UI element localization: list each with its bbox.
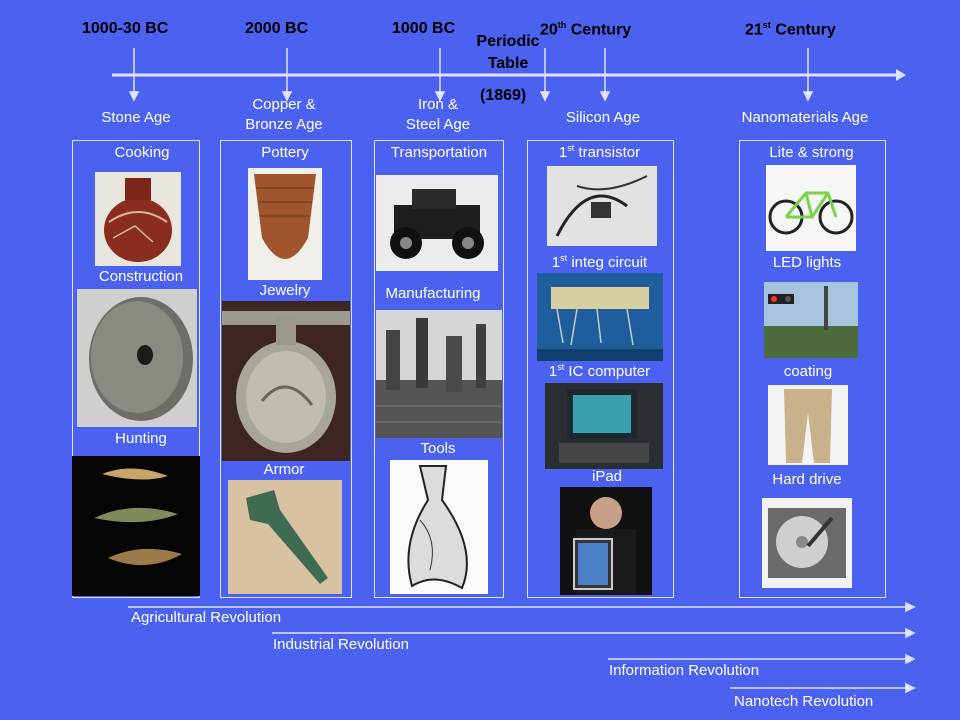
bicycle-image	[766, 165, 856, 251]
label-hard-drive: Hard drive	[772, 471, 842, 488]
factory-image	[376, 310, 502, 438]
axe-image	[390, 460, 488, 594]
age-nano: Nanomaterials Age	[741, 109, 869, 126]
period-21st-century: 21st Century	[745, 20, 836, 39]
age-silicon: Silicon Age	[565, 109, 641, 126]
label-lite-strong: Lite & strong	[769, 144, 854, 161]
revolution-industrial: Industrial Revolution	[273, 636, 409, 653]
label-first-ic-computer: 1st IC computer	[548, 362, 651, 380]
hard-drive-image	[762, 498, 852, 588]
period-20th-century: 20th Century	[540, 20, 632, 39]
label-construction: Construction	[98, 268, 184, 285]
age-iron: Iron & Steel Age	[405, 96, 471, 133]
label-first-integrated-circuit: 1st integ circuit	[551, 253, 648, 271]
label-hunting: Hunting	[115, 430, 167, 447]
traffic-light-image	[764, 282, 858, 358]
pottery-image	[248, 168, 322, 280]
periodic-table-label: Periodic Table	[476, 33, 540, 72]
label-manufacturing: Manufacturing	[385, 285, 481, 302]
revolution-nanotech: Nanotech Revolution	[734, 693, 874, 710]
revolution-information: Information Revolution	[609, 662, 760, 679]
age-bronze: Copper & Bronze Age	[245, 96, 323, 133]
age-stone: Stone Age	[101, 109, 171, 126]
integrated-circuit-image	[537, 273, 663, 361]
stone-tools-image	[72, 456, 200, 596]
period-iron: 1000 BC	[392, 20, 456, 37]
label-pottery: Pottery	[261, 144, 309, 161]
ic-computer-image	[545, 383, 663, 469]
cooking-pot-image	[95, 172, 181, 266]
period-bronze: 2000 BC	[245, 20, 309, 37]
period-stone: 1000-30 BC	[82, 20, 169, 37]
label-first-transistor: 1st transistor	[558, 143, 641, 161]
pants-image	[768, 385, 848, 465]
label-coating: coating	[783, 363, 833, 380]
ipad-image	[560, 487, 652, 595]
label-jewelry: Jewelry	[259, 282, 311, 299]
label-transportation: Transportation	[390, 144, 488, 161]
bronze-blade-image	[228, 480, 342, 594]
label-tools: Tools	[420, 440, 456, 457]
label-armor: Armor	[263, 461, 305, 478]
label-cooking: Cooking	[114, 144, 170, 161]
car-image	[376, 175, 498, 271]
revolution-agricultural: Agricultural Revolution	[131, 609, 282, 626]
label-ipad: iPad	[591, 468, 623, 485]
label-led-lights: LED lights	[772, 254, 842, 271]
millstone-image	[77, 289, 197, 427]
jewelry-image	[222, 301, 350, 461]
transistor-image	[547, 166, 657, 246]
